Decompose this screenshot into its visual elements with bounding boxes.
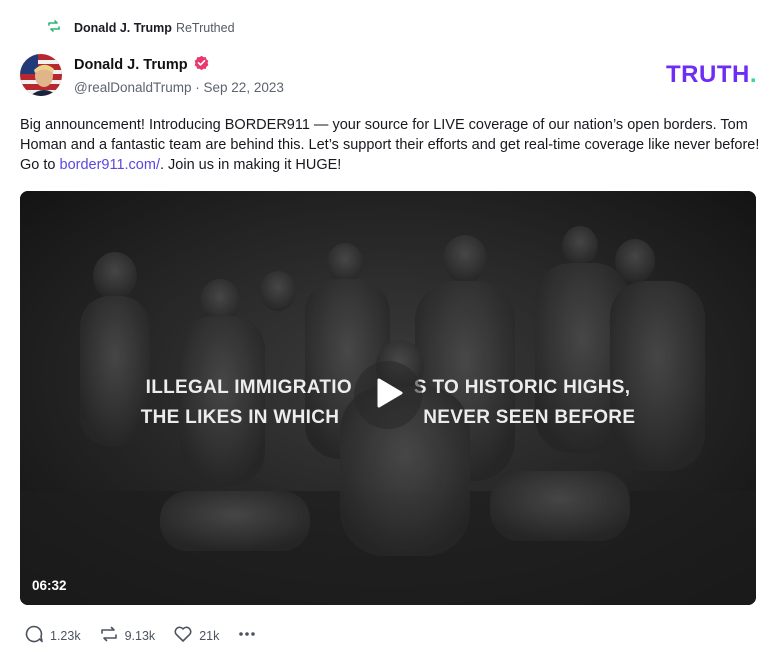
video-duration: 06:32 <box>32 578 67 593</box>
retruth-count: 9.13k <box>124 628 156 643</box>
retruth-label: ReTruthed <box>175 20 235 35</box>
post-meta: @realDonaldTrump · Sep 22, 2023 <box>74 80 284 95</box>
post-link[interactable]: border911.com/ <box>60 157 160 173</box>
truth-logo[interactable]: TRUTH. <box>666 61 757 89</box>
author-handle[interactable]: @realDonaldTrump <box>74 80 192 95</box>
retruth-icon <box>47 19 61 36</box>
meta-separator: · <box>195 80 200 95</box>
reply-button[interactable]: 1.23k <box>24 624 81 647</box>
reply-count: 1.23k <box>50 628 81 643</box>
post-date[interactable]: Sep 22, 2023 <box>204 80 284 95</box>
heart-icon <box>173 624 193 647</box>
retruth-icon <box>99 624 119 647</box>
video-player[interactable]: ILLEGAL IMMIGRATIO S TO HISTORIC HIGHS, T… <box>20 191 756 605</box>
post-text-end: . Join us in making it HUGE! <box>159 157 342 173</box>
retruth-author[interactable]: Donald J. Trump <box>74 21 172 35</box>
like-count: 21k <box>199 628 220 643</box>
more-icon <box>237 624 257 647</box>
like-button[interactable]: 21k <box>173 624 219 647</box>
post-body: Big announcement! Introducing BORDER911 … <box>20 115 760 175</box>
verified-badge-icon <box>194 55 209 74</box>
author-name[interactable]: Donald J. Trump <box>74 57 188 73</box>
retruth-button[interactable]: 9.13k <box>99 624 156 647</box>
play-icon <box>371 376 405 415</box>
play-button[interactable] <box>354 361 422 429</box>
retruth-banner: Donald J. Trump ReTruthed <box>47 19 235 36</box>
reply-icon <box>24 624 44 647</box>
avatar[interactable] <box>20 54 62 96</box>
post-header: Donald J. Trump @realDonaldTrump · Sep 2… <box>20 54 757 98</box>
more-button[interactable] <box>237 624 257 647</box>
post-actions: 1.23k 9.13k 21k <box>24 624 257 647</box>
